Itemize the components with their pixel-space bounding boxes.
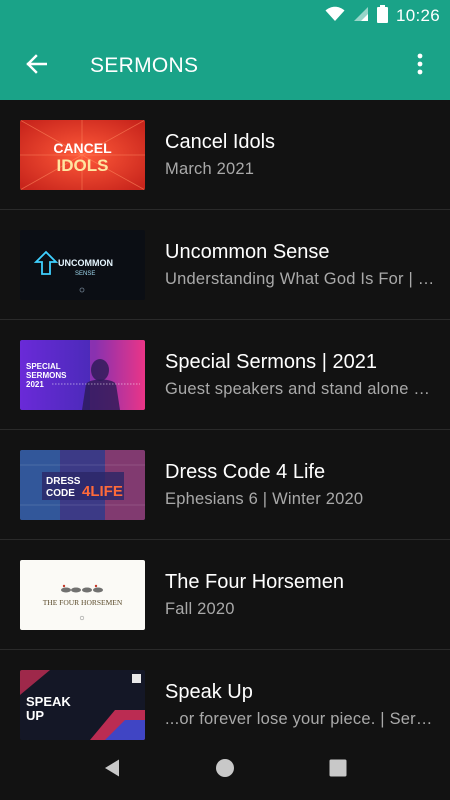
thumb-text: THE FOUR HORSEMEN bbox=[43, 598, 123, 607]
recents-square-icon bbox=[328, 758, 348, 783]
sermon-item-dress-code-4-life[interactable]: DRESS CODE 4LIFE Dress Code 4 Life Ephes… bbox=[0, 430, 450, 540]
sermon-title: Dress Code 4 Life bbox=[165, 461, 326, 483]
sermon-item-cancel-idols[interactable]: CANCEL IDOLS Cancel Idols March 2021 bbox=[0, 100, 450, 210]
nav-home-button[interactable] bbox=[205, 750, 245, 790]
sermon-subtitle: Guest speakers and stand alone messages bbox=[165, 380, 435, 398]
sermon-subtitle: March 2021 bbox=[165, 160, 255, 178]
back-button[interactable] bbox=[14, 44, 58, 88]
arrow-back-icon bbox=[25, 53, 48, 80]
status-icons: 10:26 bbox=[325, 0, 440, 32]
thumb-text: SENSE bbox=[75, 271, 95, 277]
back-triangle-icon bbox=[102, 758, 122, 783]
app-bar: SERMONS bbox=[0, 32, 450, 100]
thumb-text: UP bbox=[26, 708, 44, 723]
thumb-text: 4LIFE bbox=[82, 483, 123, 500]
sermon-subtitle: ...or forever lose your piece. | Series bbox=[165, 710, 435, 728]
home-circle-icon bbox=[215, 758, 235, 783]
thumb-text: SPECIAL bbox=[26, 362, 61, 371]
battery-icon bbox=[376, 4, 388, 28]
nav-recents-button[interactable] bbox=[318, 750, 358, 790]
sermon-item-four-horsemen[interactable]: THE FOUR HORSEMEN The Four Horsemen Fall… bbox=[0, 540, 450, 650]
status-time: 10:26 bbox=[395, 6, 440, 25]
sermon-thumbnail: UNCOMMON SENSE bbox=[20, 230, 145, 300]
thumb-text: SPEAK bbox=[26, 694, 71, 709]
sermon-title: Cancel Idols bbox=[165, 131, 276, 153]
sermon-subtitle: Ephesians 6 | Winter 2020 bbox=[165, 490, 364, 508]
signal-icon bbox=[353, 6, 369, 27]
thumb-text: DRESS bbox=[46, 476, 81, 487]
overflow-menu-button[interactable] bbox=[398, 44, 442, 88]
sermon-item-uncommon-sense[interactable]: UNCOMMON SENSE Uncommon Sense Understand… bbox=[0, 210, 450, 320]
sermon-thumbnail: SPECIAL SERMONS 2021 bbox=[20, 340, 145, 410]
wifi-icon bbox=[325, 6, 345, 27]
system-nav-bar bbox=[0, 740, 450, 800]
thumb-text: SERMONS bbox=[26, 371, 67, 380]
thumb-text: UNCOMMON bbox=[58, 258, 113, 268]
thumb-text: CANCEL bbox=[53, 140, 112, 156]
sermon-title: The Four Horsemen bbox=[165, 571, 344, 593]
more-vert-icon bbox=[417, 53, 423, 80]
sermon-thumbnail: DRESS CODE 4LIFE bbox=[20, 450, 145, 520]
thumb-text: CODE bbox=[46, 488, 75, 499]
thumb-text: IDOLS bbox=[57, 156, 109, 175]
nav-back-button[interactable] bbox=[92, 750, 132, 790]
page-title: SERMONS bbox=[90, 54, 199, 77]
sermon-title: Special Sermons | 2021 bbox=[165, 351, 377, 373]
sermon-thumbnail: CANCEL IDOLS bbox=[20, 120, 145, 190]
sermon-item-special-sermons[interactable]: SPECIAL SERMONS 2021 Special Sermons | 2… bbox=[0, 320, 450, 430]
sermon-subtitle: Fall 2020 bbox=[165, 600, 235, 618]
sermon-title: Speak Up bbox=[165, 681, 253, 703]
sermon-title: Uncommon Sense bbox=[165, 241, 330, 263]
sermon-thumbnail: THE FOUR HORSEMEN bbox=[20, 560, 145, 630]
sermon-list: CANCEL IDOLS Cancel Idols March 2021 UNC… bbox=[0, 100, 450, 740]
sermon-thumbnail: SPEAK UP bbox=[20, 670, 145, 740]
sermon-subtitle: Understanding What God Is For | Just Und… bbox=[165, 270, 435, 288]
sermon-item-speak-up[interactable]: SPEAK UP Speak Up ...or forever lose you… bbox=[0, 650, 450, 740]
status-bar: 10:26 bbox=[0, 0, 450, 32]
thumb-text: 2021 bbox=[26, 380, 44, 389]
